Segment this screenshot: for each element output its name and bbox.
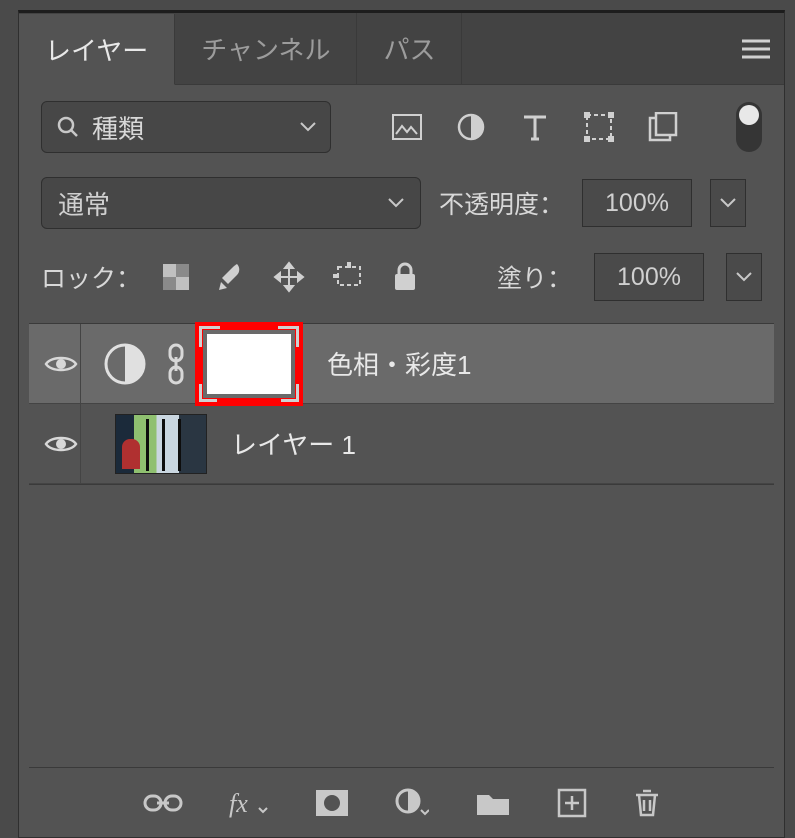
layer-row-adjustment[interactable]: 色相・彩度1 xyxy=(29,324,774,404)
blend-mode-select[interactable]: 通常 xyxy=(41,177,421,229)
fill-input[interactable]: 100% xyxy=(594,253,704,301)
delete-layer-icon[interactable] xyxy=(633,787,661,819)
filter-type-icons xyxy=(391,112,679,142)
lock-artboard-icon[interactable] xyxy=(333,262,365,292)
lock-label: ロック： xyxy=(41,259,141,295)
filter-toggle[interactable] xyxy=(736,102,762,152)
filter-label: 種類 xyxy=(92,109,144,146)
new-adjustment-icon[interactable] xyxy=(395,788,429,818)
tab-layers[interactable]: レイヤー xyxy=(19,14,175,85)
lock-paint-icon[interactable] xyxy=(217,262,245,292)
blend-row: 通常 不透明度： 100% xyxy=(19,169,784,245)
fill-label: 塗り： xyxy=(497,259,572,295)
blend-mode-value: 通常 xyxy=(58,185,110,222)
layer-style-icon[interactable]: fx xyxy=(229,788,269,818)
lock-transparency-icon[interactable] xyxy=(163,264,189,290)
layers-panel: レイヤー チャンネル パス 種類 xyxy=(18,10,785,838)
lock-all-icon[interactable] xyxy=(393,262,417,292)
filter-shape-icon[interactable] xyxy=(583,112,615,142)
filter-smartobject-icon[interactable] xyxy=(647,112,679,142)
add-mask-icon[interactable] xyxy=(315,789,349,817)
filter-adjustment-icon[interactable] xyxy=(455,113,487,141)
layers-list: 色相・彩度1 レイヤー 1 xyxy=(29,323,774,485)
panel-menu-icon[interactable] xyxy=(742,39,770,59)
opacity-input[interactable]: 100% xyxy=(582,179,692,227)
lock-icons xyxy=(163,261,417,293)
layer-mask-thumbnail[interactable] xyxy=(207,334,291,394)
visibility-toggle[interactable] xyxy=(41,324,81,403)
filter-row: 種類 xyxy=(19,85,784,169)
chevron-down-icon xyxy=(300,122,316,132)
new-group-icon[interactable] xyxy=(475,789,511,817)
opacity-flyout-button[interactable] xyxy=(710,179,746,227)
layer-name[interactable]: レイヤー 1 xyxy=(231,425,356,462)
fill-flyout-button[interactable] xyxy=(726,253,762,301)
opacity-label: 不透明度： xyxy=(439,185,564,221)
layer-name[interactable]: 色相・彩度1 xyxy=(327,345,471,382)
link-layers-icon[interactable] xyxy=(143,792,183,814)
filter-pixel-icon[interactable] xyxy=(391,114,423,140)
new-layer-icon[interactable] xyxy=(557,788,587,818)
svg-text:fx: fx xyxy=(229,789,248,818)
link-icon xyxy=(167,343,185,385)
panel-tabs: レイヤー チャンネル パス xyxy=(19,13,784,85)
search-icon xyxy=(56,115,80,139)
lock-position-icon[interactable] xyxy=(273,261,305,293)
chevron-down-icon xyxy=(388,198,404,208)
layer-actions-bar: fx xyxy=(29,767,774,837)
lock-row: ロック： 塗り： 100% xyxy=(19,245,784,317)
visibility-toggle[interactable] xyxy=(41,404,81,483)
layer-mask-highlight xyxy=(195,322,303,406)
filter-type-text-icon[interactable] xyxy=(519,113,551,141)
adjustment-hue-sat-icon xyxy=(101,340,149,388)
tab-paths[interactable]: パス xyxy=(357,13,462,84)
layer-filter-select[interactable]: 種類 xyxy=(41,101,331,153)
layer-thumbnail[interactable] xyxy=(115,414,207,474)
layer-row-image[interactable]: レイヤー 1 xyxy=(29,404,774,484)
tab-channels[interactable]: チャンネル xyxy=(175,13,357,84)
